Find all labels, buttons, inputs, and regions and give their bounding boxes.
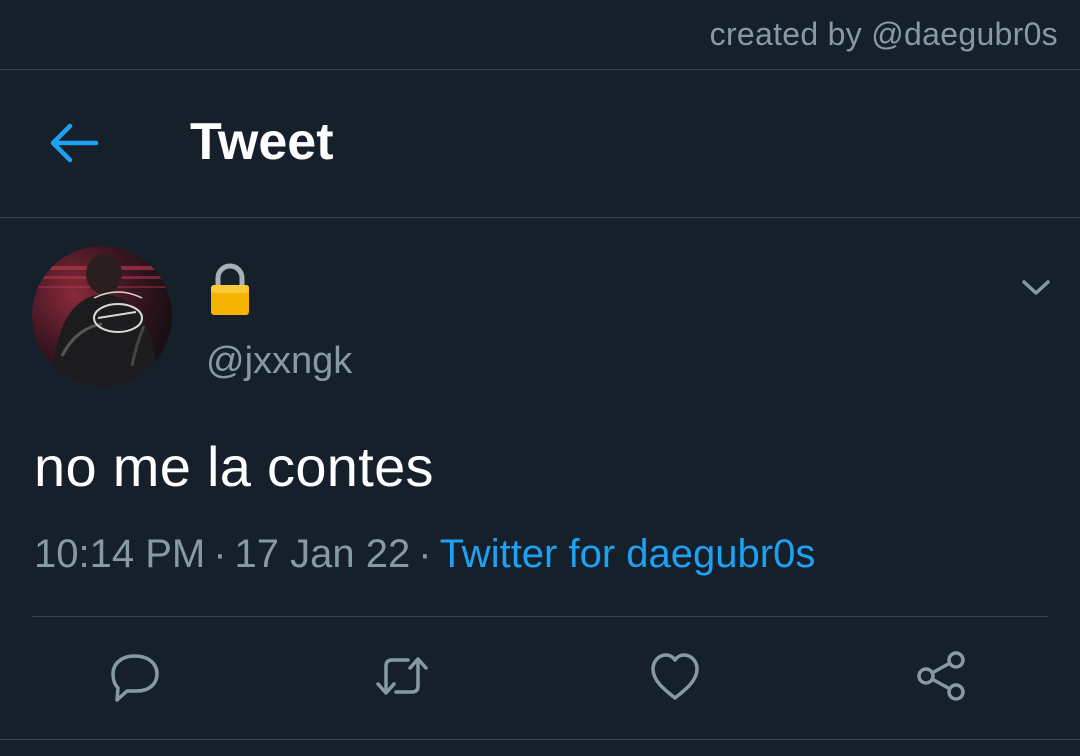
avatar-photo xyxy=(32,246,172,386)
user-handle[interactable]: @jxxngk xyxy=(206,340,352,383)
reply-button[interactable] xyxy=(105,646,165,706)
tweet-text: no me la contes xyxy=(34,435,434,498)
tweet-time: 10:14 PM xyxy=(34,532,206,576)
page-title: Tweet xyxy=(190,113,334,171)
arrow-left-icon xyxy=(50,123,99,163)
credit-bar: created by @daegubr0s xyxy=(0,0,1080,70)
tweet-meta: 10:14 PM · 17 Jan 22 · Twitter for daegubr0s xyxy=(34,532,815,577)
share-button[interactable] xyxy=(912,646,972,706)
retweet-button[interactable] xyxy=(372,646,432,706)
share-icon xyxy=(917,651,965,701)
tweet-source-link[interactable]: Twitter for daegubr0s xyxy=(440,532,816,576)
back-button[interactable] xyxy=(44,118,102,168)
credit-text: created by @daegubr0s xyxy=(709,16,1058,52)
avatar[interactable] xyxy=(32,246,172,386)
reply-icon xyxy=(111,654,159,702)
tweet-detail: @jxxngk no me la contes 10:14 PM · 17 Jan … xyxy=(0,218,1080,756)
tweet-actions xyxy=(0,616,1080,740)
lock-icon xyxy=(206,262,254,318)
like-button[interactable] xyxy=(645,646,705,706)
meta-separator: · xyxy=(418,532,432,576)
retweet-icon xyxy=(376,657,428,695)
meta-separator: · xyxy=(213,532,227,576)
top-app-bar: Tweet xyxy=(0,70,1080,218)
chevron-down-icon xyxy=(1022,280,1050,295)
heart-icon xyxy=(651,653,699,700)
tweet-date: 17 Jan 22 xyxy=(234,532,411,576)
tweet-menu-button[interactable] xyxy=(1016,270,1056,304)
